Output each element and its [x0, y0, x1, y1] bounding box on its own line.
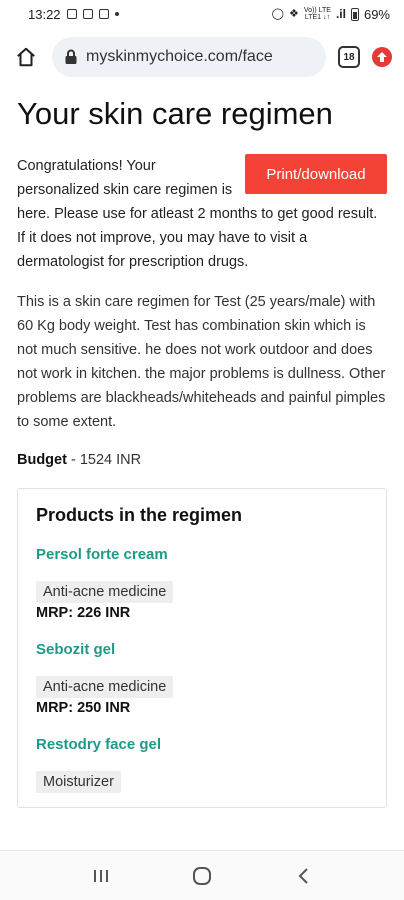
product-item: Restodry face gel Moisturizer	[36, 736, 368, 793]
product-name-link[interactable]: Persol forte cream	[36, 546, 368, 563]
status-bar: 13:22 ◯ ❖ Vo)) LTE LTE1 ↓↑ .il 69%	[0, 0, 404, 28]
more-notifications-icon	[114, 12, 119, 16]
budget-value: - 1524 INR	[66, 452, 142, 468]
home-circle-icon	[192, 866, 211, 885]
battery-icon	[350, 7, 359, 21]
network-indicator: Vo)) LTE LTE1 ↓↑	[303, 7, 331, 21]
home-button[interactable]	[12, 43, 40, 71]
status-right: ◯ ❖ Vo)) LTE LTE1 ↓↑ .il 69%	[272, 7, 390, 22]
budget-label: Budget	[17, 452, 67, 468]
budget-line: Budget - 1524 INR	[17, 452, 387, 468]
product-category-tag: Anti-acne medicine	[36, 676, 174, 698]
product-item: Persol forte cream Anti-acne medicine MR…	[36, 546, 368, 621]
browser-toolbar: myskinmychoice.com/face 18	[0, 28, 404, 86]
intro-block: Print/download Congratulations! Your per…	[17, 154, 387, 274]
product-category-tag: Anti-acne medicine	[36, 581, 174, 603]
print-download-button[interactable]: Print/download	[245, 154, 387, 194]
products-card: Products in the regimen Persol forte cre…	[17, 488, 387, 808]
hotspot-icon: ❖	[288, 8, 299, 20]
update-button[interactable]	[372, 47, 392, 67]
regimen-description: This is a skin care regimen for Test (25…	[17, 294, 386, 430]
system-nav-bar	[0, 850, 404, 900]
message-notification-icon	[82, 9, 93, 19]
alarm-icon: ◯	[271, 8, 284, 20]
battery-percent: 69%	[363, 6, 390, 22]
back-chevron-icon	[298, 867, 309, 884]
products-title: Products in the regimen	[36, 505, 243, 525]
signal-icon: .il	[335, 7, 346, 21]
status-time: 13:22	[28, 6, 61, 22]
home-nav-button[interactable]	[182, 856, 222, 896]
gallery-notification-icon	[66, 9, 77, 19]
product-mrp: MRP: 226 INR	[36, 605, 131, 621]
product-category-tag: Moisturizer	[36, 771, 121, 793]
tab-switcher-button[interactable]: 18	[338, 46, 360, 68]
url-text: myskinmychoice.com/face	[86, 48, 273, 65]
arrow-up-icon	[377, 52, 387, 62]
product-item: Sebozit gel Anti-acne medicine MRP: 250 …	[36, 641, 368, 716]
product-name-link[interactable]: Restodry face gel	[36, 736, 368, 753]
product-name-link[interactable]: Sebozit gel	[36, 641, 368, 658]
recent-apps-icon	[93, 869, 108, 882]
page-title: Your skin care regimen	[17, 96, 333, 131]
address-bar[interactable]: myskinmychoice.com/face	[52, 37, 326, 77]
lock-icon	[65, 49, 77, 64]
recent-apps-button[interactable]	[81, 856, 121, 896]
product-mrp: MRP: 250 INR	[36, 700, 131, 716]
photo-notification-icon	[98, 9, 109, 19]
home-icon	[17, 47, 35, 67]
back-button[interactable]	[283, 856, 323, 896]
status-left: 13:22	[28, 7, 119, 22]
page-content: Your skin care regimen Print/download Co…	[0, 86, 404, 850]
